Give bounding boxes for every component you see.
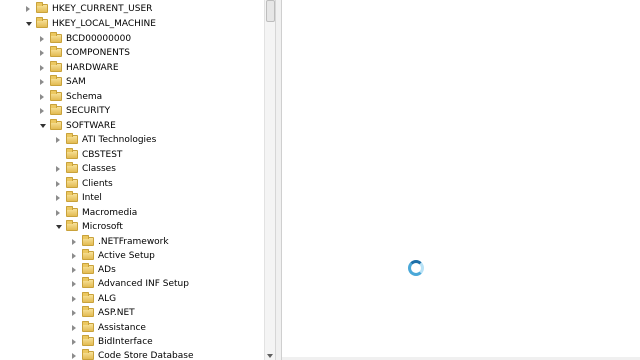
tree-item-label: BCD00000000 <box>66 34 132 44</box>
folder-icon <box>50 75 62 86</box>
folder-icon <box>66 220 78 231</box>
scrollbar-thumb[interactable] <box>266 0 275 22</box>
tree-item-label: Code Store Database <box>98 351 194 360</box>
expander-icon[interactable] <box>72 339 76 345</box>
tree-item-label: BidInterface <box>98 337 153 347</box>
folder-icon <box>66 133 78 144</box>
folder-icon <box>66 177 78 188</box>
expander-icon[interactable] <box>72 267 76 273</box>
expander-icon[interactable] <box>72 253 76 259</box>
folder-icon <box>82 263 94 274</box>
expander-icon[interactable] <box>40 108 44 114</box>
tree-item-label: HARDWARE <box>66 63 119 73</box>
folder-icon <box>82 349 94 360</box>
folder-icon <box>66 206 78 217</box>
folder-icon <box>50 119 62 130</box>
folder-icon <box>82 306 94 317</box>
tree-item-label: SAM <box>66 77 86 87</box>
folder-icon <box>36 2 48 13</box>
folder-icon <box>82 335 94 346</box>
tree-item-label: Microsoft <box>82 222 123 232</box>
folder-icon <box>50 90 62 101</box>
tree-item-label: .NETFramework <box>98 237 169 247</box>
tree-item-label: ADs <box>98 265 116 275</box>
folder-icon <box>36 17 48 28</box>
folder-icon <box>82 277 94 288</box>
expander-icon[interactable] <box>40 36 44 42</box>
expander-icon[interactable] <box>72 281 76 287</box>
tree-item-label: Advanced INF Setup <box>98 279 189 289</box>
tree-item-label: SECURITY <box>66 106 111 116</box>
registry-tree[interactable]: HKEY_CURRENT_USER HKEY_LOCAL_MACHINE BCD… <box>0 0 264 360</box>
values-pane[interactable] <box>282 0 640 360</box>
expander-icon[interactable] <box>56 195 60 201</box>
folder-icon <box>50 104 62 115</box>
expander-icon[interactable] <box>72 239 76 245</box>
expander-icon[interactable] <box>26 6 30 12</box>
expander-icon[interactable] <box>40 94 44 100</box>
tree-item-label: HKEY_LOCAL_MACHINE <box>52 19 156 29</box>
scroll-down-arrow-icon[interactable] <box>267 354 273 358</box>
expander-icon[interactable] <box>40 124 46 128</box>
tree-item-label: Intel <box>82 193 102 203</box>
busy-cursor-icon <box>408 260 424 276</box>
tree-item-label: Schema <box>66 92 103 102</box>
folder-icon <box>66 148 78 159</box>
tree-item-label: ALG <box>98 294 117 304</box>
registry-editor-window: HKEY_CURRENT_USER HKEY_LOCAL_MACHINE BCD… <box>0 0 640 360</box>
tree-item-label: HKEY_CURRENT_USER <box>52 4 153 14</box>
expander-icon[interactable] <box>72 353 76 359</box>
tree-item-label: Classes <box>82 164 116 174</box>
expander-icon[interactable] <box>72 310 76 316</box>
tree-item-label: Active Setup <box>98 251 155 261</box>
tree-item-label: COMPONENTS <box>66 48 131 58</box>
tree-item-label: ATI Technologies <box>82 135 157 145</box>
folder-icon <box>82 292 94 303</box>
folder-icon <box>82 235 94 246</box>
folder-icon <box>66 162 78 173</box>
folder-icon <box>50 32 62 43</box>
expander-icon[interactable] <box>56 225 62 229</box>
expander-icon[interactable] <box>40 50 44 56</box>
expander-icon[interactable] <box>56 137 60 143</box>
folder-icon <box>66 191 78 202</box>
tree-item-label: SOFTWARE <box>66 121 116 131</box>
folder-icon <box>50 61 62 72</box>
tree-item-label: Macromedia <box>82 208 138 218</box>
tree-item-label: ASP.NET <box>98 308 135 318</box>
expander-icon[interactable] <box>56 166 60 172</box>
expander-icon[interactable] <box>40 79 44 85</box>
folder-icon <box>82 249 94 260</box>
folder-icon <box>50 46 62 57</box>
tree-item-label: CBSTEST <box>82 150 123 160</box>
expander-icon[interactable] <box>56 210 60 216</box>
tree-item-label: Assistance <box>98 323 146 333</box>
expander-icon[interactable] <box>26 22 32 26</box>
expander-icon[interactable] <box>56 181 60 187</box>
tree-scrollbar[interactable] <box>264 0 276 360</box>
tree-item-label: Clients <box>82 179 113 189</box>
expander-icon[interactable] <box>72 325 76 331</box>
expander-icon[interactable] <box>40 65 44 71</box>
folder-icon <box>82 321 94 332</box>
expander-icon[interactable] <box>72 296 76 302</box>
